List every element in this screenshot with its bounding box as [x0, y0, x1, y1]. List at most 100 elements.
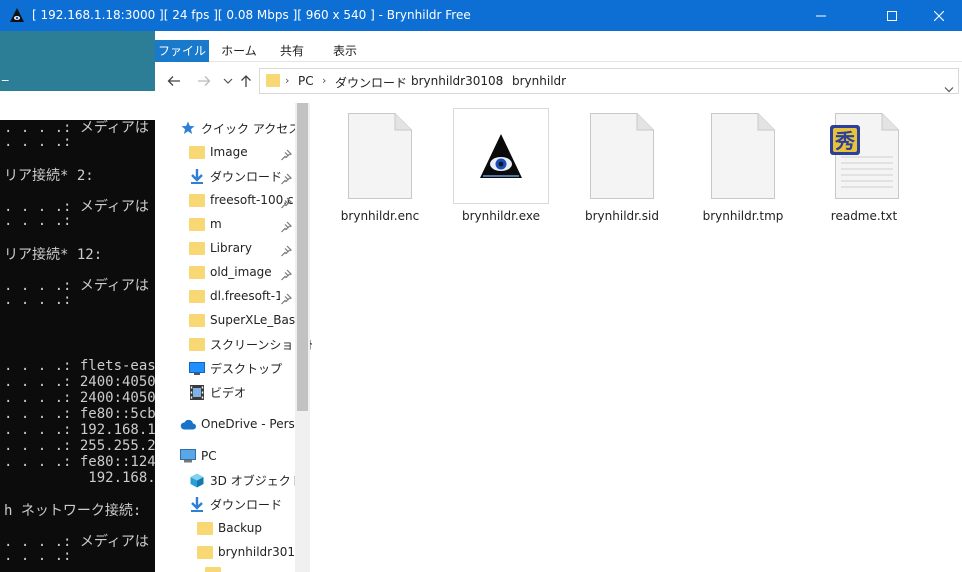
- console-line: . . . .: fe80::124: [4, 454, 155, 470]
- pin-icon[interactable]: [280, 290, 293, 305]
- tab-file[interactable]: ファイル: [155, 40, 209, 62]
- blank-file-icon: [574, 108, 670, 204]
- file-item[interactable]: brynhildr.sid: [574, 108, 670, 228]
- nav-item-library[interactable]: Library: [188, 237, 252, 259]
- nav-item-dl-freesoft[interactable]: dl.freesoft-10: [188, 285, 280, 307]
- tab-share[interactable]: 共有: [270, 40, 314, 62]
- nav-label: dl.freesoft-10: [210, 289, 280, 303]
- svg-text:秀: 秀: [834, 129, 855, 153]
- console-underscore: _: [2, 67, 9, 82]
- file-item[interactable]: brynhildr.enc: [332, 108, 428, 228]
- breadcrumb-brynhildr30108[interactable]: brynhildr30108: [411, 74, 503, 88]
- navigation-pane[interactable]: クイック アクセス Image ダウンロード freesoft-100.c m …: [155, 103, 312, 572]
- file-list[interactable]: brynhildr.enc brynhildr.exe brynhildr.si…: [312, 103, 962, 572]
- folder-icon: [188, 288, 205, 304]
- folder-icon: [188, 216, 205, 232]
- desktop-icon: [188, 360, 205, 376]
- nav-label: ビデオ: [210, 385, 247, 400]
- nav-item-pc-downloads[interactable]: ダウンロード: [188, 493, 282, 515]
- up-button[interactable]: [237, 72, 255, 90]
- nav-item-m[interactable]: m: [188, 213, 222, 235]
- pin-icon[interactable]: [280, 170, 293, 185]
- folder-icon: [188, 336, 205, 352]
- blank-file-icon: [695, 108, 791, 204]
- address-row: › PC › ダウンロード › brynhildr30108 › brynhil…: [155, 67, 962, 95]
- nav-quick-access[interactable]: クイック アクセス: [179, 117, 300, 139]
- breadcrumb-pc[interactable]: PC: [298, 74, 314, 88]
- nav-label: Library: [210, 241, 252, 255]
- breadcrumb-separator: ›: [322, 74, 327, 87]
- breadcrumb-separator: ›: [285, 74, 290, 87]
- breadcrumb-downloads[interactable]: ダウンロード: [335, 74, 407, 91]
- nav-label: OneDrive - Person: [201, 417, 296, 431]
- pin-icon[interactable]: [280, 146, 293, 161]
- cloud-icon: [179, 416, 196, 432]
- brynhildr-app-icon: [453, 108, 549, 204]
- folder-icon: [188, 192, 205, 208]
- nav-item-backup[interactable]: Backup: [196, 517, 262, 539]
- nav-label: brynhildr30108: [218, 545, 295, 559]
- address-dropdown-icon[interactable]: [944, 78, 954, 97]
- console-line: . . . .:: [4, 213, 72, 229]
- tab-view[interactable]: 表示: [323, 40, 367, 62]
- file-name: brynhildr.sid: [585, 209, 659, 223]
- nav-pc[interactable]: PC: [179, 445, 217, 467]
- minimize-button[interactable]: [798, 0, 844, 31]
- back-button[interactable]: [165, 72, 183, 90]
- back-arrow-icon: [167, 76, 180, 86]
- nav-item-brynhildr30108[interactable]: brynhildr30108: [196, 541, 295, 563]
- folder-icon: [188, 312, 205, 328]
- nav-item-freesoft[interactable]: freesoft-100.c: [188, 189, 294, 211]
- console-line: . . . .: 2400:4050: [4, 374, 155, 390]
- nav-scrollbar[interactable]: [295, 103, 310, 572]
- maximize-icon: [887, 10, 897, 21]
- console-line: h ネットワーク接続:: [4, 503, 142, 519]
- console-window[interactable]: . . . .: メディアは . . . .: リア接続* 2: . . . .…: [0, 120, 155, 572]
- file-explorer-window[interactable]: ファイル ホーム 共有 表示 › PC › ダウンロード › brynhildr…: [155, 31, 962, 572]
- forward-button[interactable]: [195, 72, 213, 90]
- remote-desktop-view[interactable]: _ . . . .: メディアは . . . .: リア接続* 2: . . .…: [0, 31, 962, 572]
- recent-locations-button[interactable]: [219, 72, 237, 90]
- pin-icon[interactable]: [280, 218, 293, 233]
- nav-item-videos[interactable]: ビデオ: [188, 381, 246, 403]
- console-line: . . . .: flets-eas: [4, 358, 155, 374]
- file-item[interactable]: brynhildr.exe: [453, 108, 549, 228]
- scrollbar-thumb[interactable]: [297, 103, 308, 411]
- tab-home[interactable]: ホーム: [214, 40, 264, 62]
- nav-item-3d-objects[interactable]: 3D オブジェクト: [188, 469, 303, 491]
- nav-label: Backup: [218, 521, 262, 535]
- pin-icon[interactable]: [280, 266, 293, 281]
- address-bar[interactable]: › PC › ダウンロード › brynhildr30108 › brynhil…: [259, 68, 959, 94]
- nav-item-superxle[interactable]: SuperXLe_Basic_: [188, 309, 295, 331]
- console-line: . . . .: 192.168.1: [4, 422, 155, 438]
- nav-label: デスクトップ: [210, 361, 283, 376]
- file-name: brynhildr.enc: [340, 209, 420, 223]
- breadcrumb-brynhildr[interactable]: brynhildr: [512, 74, 566, 88]
- nav-item-old-image[interactable]: old_image: [188, 261, 272, 283]
- file-item[interactable]: brynhildr.tmp: [695, 108, 791, 228]
- window-titlebar[interactable]: [ 192.168.1.18:3000 ][ 24 fps ][ 0.08 Mb…: [0, 0, 962, 31]
- brynhildr-app-icon: [9, 7, 25, 23]
- console-line: . . . .:: [4, 292, 72, 308]
- file-item[interactable]: 秀 readme.txt: [816, 108, 912, 228]
- maximize-button[interactable]: [869, 0, 915, 31]
- minimize-icon: [816, 15, 826, 16]
- console-line: 192.168.1: [4, 470, 155, 486]
- nav-onedrive[interactable]: OneDrive - Person: [179, 413, 296, 435]
- nav-item-image[interactable]: Image: [188, 141, 248, 163]
- pin-icon[interactable]: [280, 242, 293, 257]
- pin-icon[interactable]: [280, 194, 293, 209]
- download-icon: [188, 496, 205, 512]
- nav-item-downloads[interactable]: ダウンロード: [188, 165, 282, 187]
- nav-item-screenshots[interactable]: スクリーンショット: [188, 333, 312, 355]
- nav-item-desktop[interactable]: デスクトップ: [188, 357, 282, 379]
- console-line: リア接続* 2:: [4, 168, 94, 184]
- file-name: brynhildr.exe: [461, 209, 541, 223]
- folder-icon: [188, 240, 205, 256]
- chevron-down-icon: [223, 78, 233, 84]
- close-button[interactable]: [916, 0, 962, 31]
- window-title: [ 192.168.1.18:3000 ][ 24 fps ][ 0.08 Mb…: [32, 8, 471, 22]
- computer-icon: [179, 448, 196, 464]
- console-line: . . . .:: [4, 134, 72, 150]
- up-arrow-icon: [241, 75, 251, 87]
